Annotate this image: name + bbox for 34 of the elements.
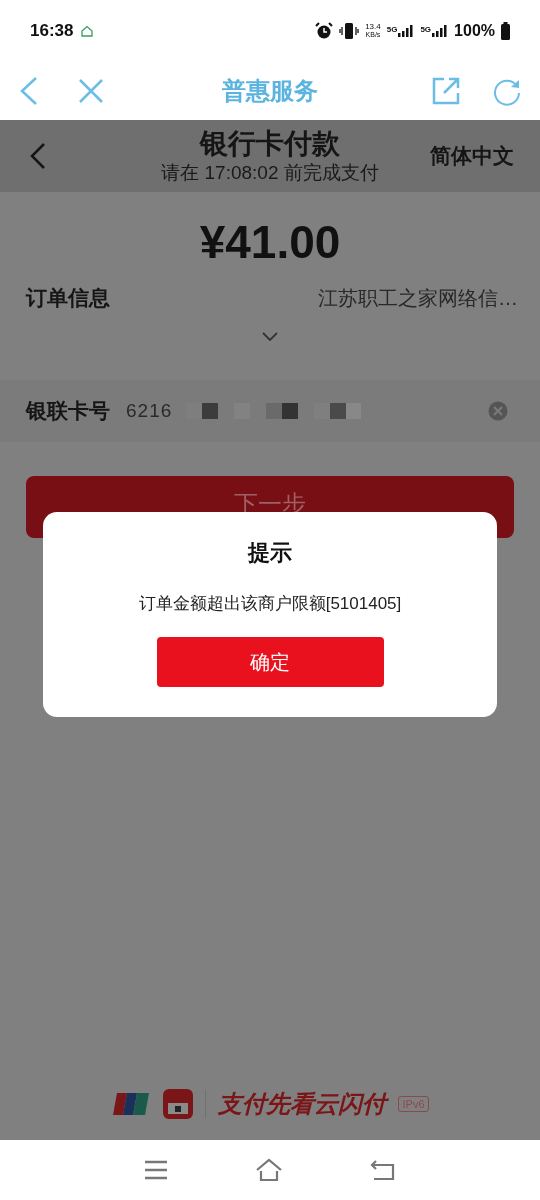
page-title: 普惠服务 — [222, 76, 318, 106]
card-number-label: 银联卡号 — [26, 398, 110, 425]
back-icon[interactable] — [30, 142, 46, 170]
dialog-title: 提示 — [248, 539, 292, 567]
network-type: 5G — [386, 25, 398, 34]
confirm-button[interactable]: 确定 — [156, 636, 384, 687]
app-logo — [163, 1089, 194, 1119]
card-number-field[interactable]: 6216 — [126, 396, 488, 426]
merchant-name: 江苏职工之家网络信… — [318, 285, 518, 311]
language-button[interactable]: 简体中文 — [430, 140, 514, 172]
home-icon[interactable] — [255, 1158, 283, 1182]
signal-icon — [398, 25, 415, 37]
back-icon[interactable] — [370, 1159, 397, 1181]
vibrate-icon — [339, 22, 360, 40]
clock: 16:38 — [30, 20, 74, 43]
order-info-label: 订单信息 — [26, 285, 110, 311]
battery-icon — [501, 22, 510, 40]
network-type: 5G — [420, 25, 432, 34]
battery-level: 100% — [454, 21, 495, 41]
header-title: 银行卡付款 — [200, 127, 340, 161]
chevron-icon[interactable] — [262, 331, 278, 342]
home-icon — [81, 25, 94, 37]
payment-deadline: 请在 17:08:02 前完成支付 — [161, 161, 379, 185]
clear-icon[interactable] — [488, 401, 508, 421]
alarm-icon — [315, 22, 334, 40]
signal-icon — [432, 25, 449, 37]
payment-amount: ¥41.00 — [199, 215, 341, 270]
close-icon[interactable] — [78, 78, 104, 104]
share-icon[interactable] — [432, 77, 460, 105]
network-speed: 13.4 — [365, 23, 381, 31]
card-brand-logo — [111, 1091, 152, 1117]
menu-icon[interactable] — [143, 1160, 168, 1180]
dialog-message: 订单金额超出该商户限额[5101405] — [138, 593, 402, 615]
slogan: 支付先看云闪付 — [218, 1088, 387, 1120]
